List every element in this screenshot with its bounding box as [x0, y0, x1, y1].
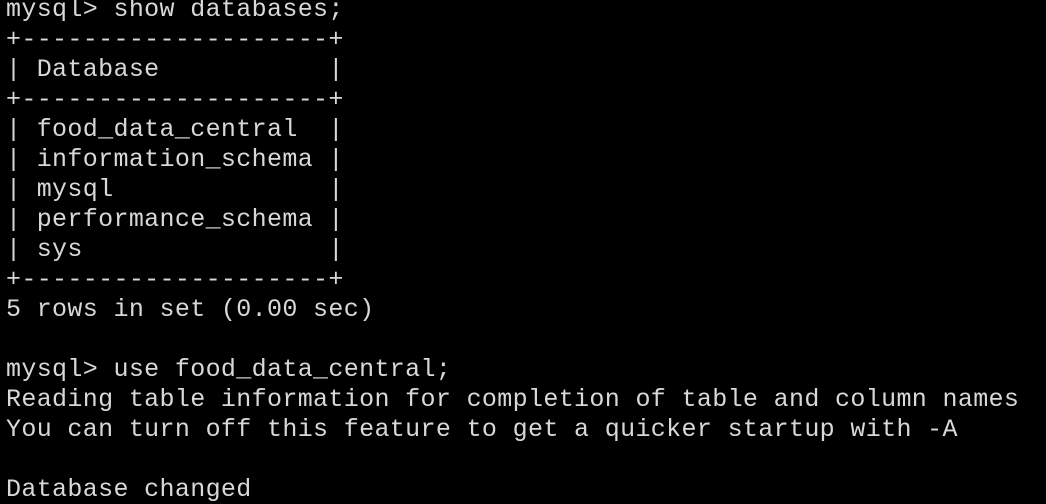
prompt-use-database: mysql> use food_data_central;: [6, 355, 452, 384]
table-border-bottom: +--------------------+: [6, 265, 344, 294]
info-reading-tables: Reading table information for completion…: [6, 385, 1020, 414]
table-row: | mysql |: [6, 175, 344, 204]
row-count-status: 5 rows in set (0.00 sec): [6, 295, 375, 324]
info-startup-hint: You can turn off this feature to get a q…: [6, 415, 958, 444]
database-changed-status: Database changed: [6, 475, 252, 504]
table-row: | information_schema |: [6, 145, 344, 174]
table-border-top: +--------------------+: [6, 25, 344, 54]
table-header-row: | Database |: [6, 55, 344, 84]
table-header-separator: +--------------------+: [6, 85, 344, 114]
table-row: | performance_schema |: [6, 205, 344, 234]
table-row: | sys |: [6, 235, 344, 264]
terminal-window[interactable]: mysql> show databases; +----------------…: [0, 0, 1046, 504]
prompt-show-databases: mysql> show databases;: [6, 0, 344, 24]
table-row: | food_data_central |: [6, 115, 344, 144]
